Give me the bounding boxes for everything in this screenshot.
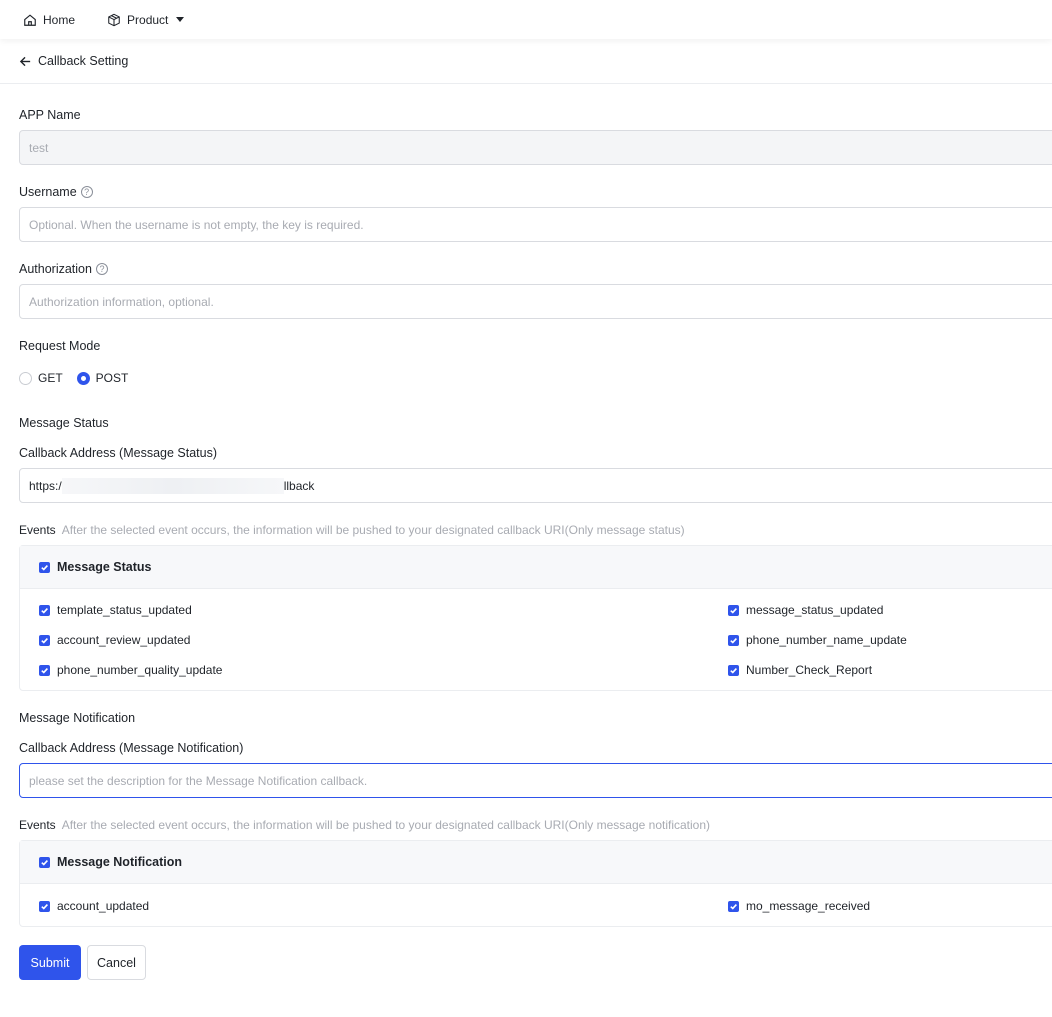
redacted-mask bbox=[61, 477, 284, 494]
callback-notification-label: Callback Address (Message Notification) bbox=[19, 741, 243, 755]
event-checkbox[interactable]: account_updated bbox=[39, 899, 149, 913]
notification-group-checkbox[interactable]: Message Notification bbox=[20, 841, 1052, 884]
nav-product-label: Product bbox=[127, 12, 169, 27]
event-checkbox[interactable]: account_review_updated bbox=[39, 633, 190, 647]
event-label: template_status_updated bbox=[57, 603, 192, 617]
checkbox-checked-icon bbox=[39, 634, 50, 646]
event-checkbox[interactable]: phone_number_quality_update bbox=[39, 663, 222, 677]
checkbox-checked-icon bbox=[39, 856, 50, 868]
callback-status-input[interactable]: https:/ llback bbox=[19, 468, 1052, 503]
app-name-input[interactable] bbox=[19, 130, 1052, 165]
request-mode-radio-group: GET POST bbox=[19, 371, 142, 385]
checkbox-checked-icon bbox=[39, 900, 50, 912]
checkbox-checked-icon bbox=[39, 604, 50, 616]
callback-notification-input[interactable] bbox=[19, 763, 1052, 798]
status-group-checkbox[interactable]: Message Status bbox=[20, 546, 1052, 589]
event-label: account_updated bbox=[57, 899, 150, 913]
nav-home[interactable]: Home bbox=[23, 13, 75, 27]
event-label: account_review_updated bbox=[57, 633, 191, 647]
event-checkbox[interactable]: mo_message_received bbox=[728, 899, 870, 913]
radio-post-label: POST bbox=[95, 371, 129, 385]
radio-circle-unchecked bbox=[19, 371, 32, 385]
event-label: phone_number_name_update bbox=[746, 633, 907, 647]
app-name-label: APP Name bbox=[19, 108, 81, 122]
notification-group-label: Message Notification bbox=[57, 855, 183, 869]
event-checkbox[interactable]: template_status_updated bbox=[39, 603, 192, 617]
event-checkbox[interactable]: message_status_updated bbox=[728, 603, 883, 617]
notification-events-label: Events bbox=[19, 818, 56, 832]
nav-product[interactable]: Product bbox=[107, 12, 185, 27]
checkbox-checked-icon bbox=[728, 604, 739, 616]
radio-get-label: GET bbox=[38, 371, 63, 385]
status-events-line: Events After the selected event occurs, t… bbox=[19, 523, 685, 537]
help-icon[interactable]: ? bbox=[95, 263, 108, 275]
submit-button[interactable]: Submit bbox=[19, 945, 81, 980]
callback-status-value-suffix: llback bbox=[283, 478, 315, 493]
authorization-label: Authorization ? bbox=[19, 262, 108, 276]
notification-events-panel: Message Notification account_updated mo_… bbox=[19, 840, 1052, 927]
message-status-section-title: Message Status bbox=[19, 416, 109, 430]
callback-status-label-text: Callback Address (Message Status) bbox=[19, 446, 218, 460]
app-name-label-text: APP Name bbox=[19, 108, 81, 122]
top-nav: Home Product bbox=[0, 0, 1052, 39]
status-events-hint: After the selected event occurs, the inf… bbox=[61, 523, 685, 537]
callback-status-value-prefix: https:/ bbox=[29, 478, 62, 493]
event-label: Number_Check_Report bbox=[746, 663, 873, 677]
authorization-label-text: Authorization bbox=[19, 262, 92, 276]
username-label: Username ? bbox=[19, 185, 93, 199]
status-events-panel: Message Status template_status_updated m… bbox=[19, 545, 1052, 691]
event-label: message_status_updated bbox=[746, 603, 884, 617]
radio-post[interactable]: POST bbox=[76, 371, 129, 385]
cube-icon bbox=[108, 13, 120, 26]
callback-notification-label-text: Callback Address (Message Notification) bbox=[19, 741, 244, 755]
event-label: mo_message_received bbox=[746, 899, 871, 913]
radio-circle-checked bbox=[76, 371, 90, 385]
cancel-button[interactable]: Cancel bbox=[87, 945, 146, 980]
page-header: Callback Setting bbox=[0, 39, 1052, 84]
checkbox-checked-icon bbox=[39, 664, 50, 676]
checkbox-checked-icon bbox=[728, 900, 739, 912]
checkbox-checked-icon bbox=[728, 664, 739, 676]
callback-status-label: Callback Address (Message Status) bbox=[19, 446, 217, 460]
authorization-input[interactable] bbox=[19, 284, 1052, 319]
notification-events-line: Events After the selected event occurs, t… bbox=[19, 818, 710, 832]
request-mode-label-text: Request Mode bbox=[19, 339, 101, 353]
page-title: Callback Setting bbox=[38, 54, 129, 68]
caret-down-icon bbox=[176, 17, 185, 22]
nav-home-label: Home bbox=[43, 12, 76, 27]
event-label: phone_number_quality_update bbox=[57, 663, 223, 677]
message-notification-section-title: Message Notification bbox=[19, 711, 136, 725]
home-icon bbox=[24, 13, 36, 26]
radio-get[interactable]: GET bbox=[19, 371, 63, 385]
status-events-label: Events bbox=[19, 523, 56, 537]
checkbox-checked-icon bbox=[728, 634, 739, 646]
arrow-left-icon bbox=[19, 56, 31, 66]
request-mode-label: Request Mode bbox=[19, 339, 100, 353]
event-checkbox[interactable]: phone_number_name_update bbox=[728, 633, 907, 647]
status-group-label: Message Status bbox=[57, 560, 152, 574]
event-checkbox[interactable]: Number_Check_Report bbox=[728, 663, 872, 677]
back-button[interactable]: Callback Setting bbox=[19, 54, 128, 68]
username-input[interactable] bbox=[19, 207, 1052, 242]
username-label-text: Username bbox=[19, 185, 77, 199]
help-icon[interactable]: ? bbox=[80, 186, 93, 198]
notification-events-hint: After the selected event occurs, the inf… bbox=[61, 818, 711, 832]
checkbox-checked-icon bbox=[39, 561, 50, 573]
